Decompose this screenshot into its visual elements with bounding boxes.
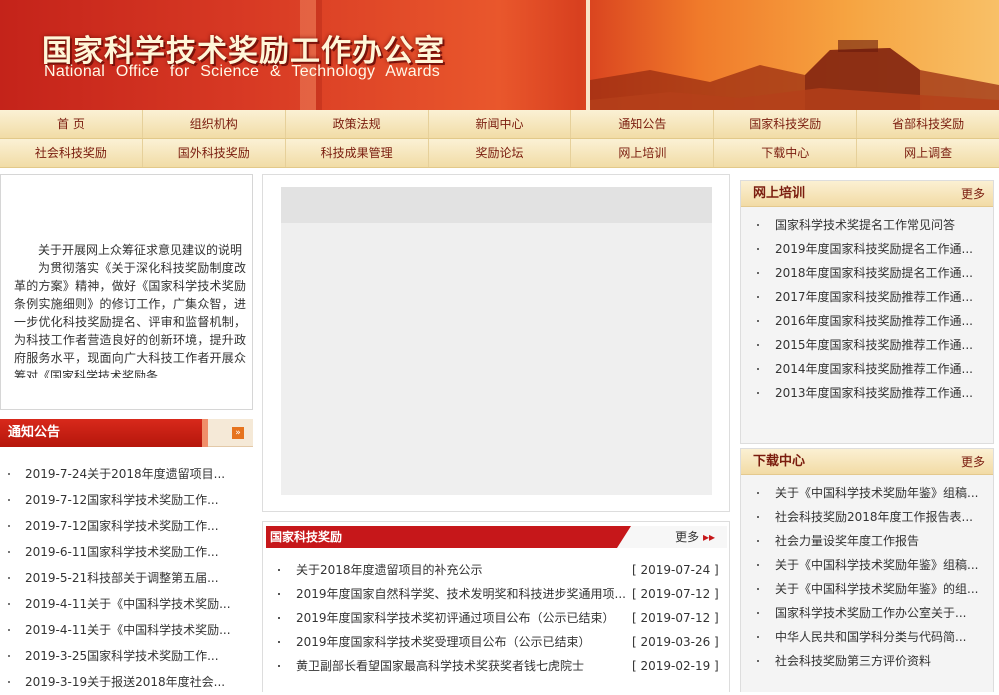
nav-survey[interactable]: 网上调查 (857, 139, 999, 167)
list-item[interactable]: 社会力量设奖年度工作报告 (741, 529, 993, 553)
list-item[interactable]: 社会科技奖励2018年度工作报告表... (741, 505, 993, 529)
intro-heading: 关于开展网上众筹征求意见建议的说明 (38, 243, 243, 257)
list-item[interactable]: 2019-3-25国家科学技术奖励工作... (0, 643, 253, 669)
nav-policy[interactable]: 政策法规 (286, 110, 429, 138)
image-slideshow[interactable] (281, 187, 712, 495)
download-panel: 下载中心 更多 关于《中国科学技术奖励年鉴》组稿... 社会科技奖励2018年度… (740, 448, 994, 692)
item-title: 关于2018年度遗留项目的补充公示 (296, 563, 483, 577)
online-training-list: 国家科学技术奖提名工作常见问答 2019年度国家科技奖励提名工作通... 201… (741, 213, 993, 405)
list-item[interactable]: 2019-7-24关于2018年度遗留项目... (0, 461, 253, 487)
list-item[interactable]: 2019年度国家自然科学奖、技术发明奖和科技进步奖通用项... [ 2019-07… (263, 582, 731, 606)
list-item[interactable]: 2019-4-11关于《中国科学技术奖励... (0, 591, 253, 617)
nav-provincial-awards[interactable]: 省部科技奖励 (857, 110, 999, 138)
nav-row-2: 社会科技奖励 国外科技奖励 科技成果管理 奖励论坛 网上培训 下载中心 网上调查 (0, 139, 999, 168)
award-more-zone: 更多 ▸▸ (617, 526, 727, 548)
item-date: [ 2019-07-12 ] (632, 587, 719, 601)
list-item[interactable]: 2016年度国家科技奖励推荐工作通... (741, 309, 993, 333)
list-item[interactable]: 社会科技奖励第三方评价资料 (741, 649, 993, 673)
site-title-en: National Office for Science & Technology… (44, 63, 441, 80)
award-more-link[interactable]: 更多 ▸▸ (675, 526, 715, 548)
national-award-panel: 国家科技奖励 更多 ▸▸ 关于2018年度遗留项目的补充公示 [ 2019-07-… (262, 521, 730, 692)
list-item[interactable]: 关于《中国科学技术奖励年鉴》组稿... (741, 553, 993, 577)
nav-forum[interactable]: 奖励论坛 (429, 139, 572, 167)
award-title: 国家科技奖励 (270, 530, 343, 544)
item-date: [ 2019-07-12 ] (632, 611, 719, 625)
nav-organization[interactable]: 组织机构 (143, 110, 286, 138)
list-item[interactable]: 2019年度国家科学技术奖初评通过项目公布（公示已结束） [ 2019-07-12… (263, 606, 731, 630)
online-training-panel: 网上培训 更多 国家科学技术奖提名工作常见问答 2019年度国家科技奖励提名工作… (740, 180, 994, 444)
intro-panel: 关于开展网上众筹征求意见建议的说明 为贯彻落实《关于深化科技奖励制度改革的方案》… (0, 174, 253, 410)
list-item[interactable]: 2019-3-19关于报送2018年度社会... (0, 669, 253, 695)
intro-scroll-text[interactable]: 关于开展网上众筹征求意见建议的说明 为贯彻落实《关于深化科技奖励制度改革的方案》… (14, 241, 246, 378)
award-header: 国家科技奖励 更多 ▸▸ (266, 526, 727, 548)
list-item[interactable]: 2019-7-12国家科学技术奖励工作... (0, 513, 253, 539)
list-item[interactable]: 2019-6-11国家科学技术奖励工作... (0, 539, 253, 565)
list-item[interactable]: 国家科学技术奖励工作办公室关于... (741, 601, 993, 625)
list-item[interactable]: 2017年度国家科技奖励推荐工作通... (741, 285, 993, 309)
list-item[interactable]: 2019-5-21科技部关于调整第五届... (0, 565, 253, 591)
online-training-header: 网上培训 更多 (741, 181, 993, 207)
download-title: 下载中心 (753, 454, 806, 469)
nav-download[interactable]: 下载中心 (714, 139, 858, 167)
main-nav: 首 页 组织机构 政策法规 新闻中心 通知公告 国家科技奖励 省部科技奖励 社会… (0, 110, 999, 168)
item-title: 2019年度国家科学技术奖初评通过项目公布（公示已结束） (296, 611, 615, 625)
list-item[interactable]: 2019-7-12国家科学技术奖励工作... (0, 487, 253, 513)
nav-social-awards[interactable]: 社会科技奖励 (0, 139, 143, 167)
list-item[interactable]: 2018年度国家科技奖励提名工作通... (741, 261, 993, 285)
intro-body: 为贯彻落实《关于深化科技奖励制度改革的方案》精神，做好《国家科学技术奖励条例实施… (14, 261, 246, 378)
nav-national-awards[interactable]: 国家科技奖励 (714, 110, 858, 138)
slideshow-bar (281, 187, 712, 223)
list-item[interactable]: 2019-4-11关于《中国科学技术奖励... (0, 617, 253, 643)
award-list: 关于2018年度遗留项目的补充公示 [ 2019-07-24 ] 2019年度国家… (263, 558, 731, 678)
nav-notices[interactable]: 通知公告 (571, 110, 715, 138)
nav-foreign-awards[interactable]: 国外科技奖励 (143, 139, 286, 167)
list-item[interactable]: 2013年度国家科技奖励推荐工作通... (741, 381, 993, 405)
nav-news[interactable]: 新闻中心 (429, 110, 572, 138)
list-item[interactable]: 2019年度国家科技奖励提名工作通... (741, 237, 993, 261)
list-item[interactable]: 2019年度国家科学技术奖受理项目公布（公示已结束） [ 2019-03-26 ] (263, 630, 731, 654)
award-more-label: 更多 (675, 530, 700, 544)
notice-title: 通知公告 (0, 419, 208, 447)
nav-online-training[interactable]: 网上培训 (571, 139, 715, 167)
item-date: [ 2019-07-24 ] (632, 563, 719, 577)
notice-panel: 通知公告 » 2019-7-24关于2018年度遗留项目... 2019-7-1… (0, 417, 253, 692)
list-item[interactable]: 中华人民共和国学科分类与代码简... (741, 625, 993, 649)
download-header: 下载中心 更多 (741, 449, 993, 475)
list-item[interactable]: 关于2018年度遗留项目的补充公示 [ 2019-07-24 ] (263, 558, 731, 582)
header-banner: 国家科学技术奖励工作办公室 National Office for Scienc… (0, 0, 999, 110)
item-date: [ 2019-02-19 ] (632, 659, 719, 673)
double-arrow-icon: ▸▸ (702, 530, 715, 544)
list-item[interactable]: 国家科学技术奖提名工作常见问答 (741, 213, 993, 237)
great-wall-image (590, 40, 999, 110)
list-item[interactable]: 关于《中国科学技术奖励年鉴》组稿... (741, 481, 993, 505)
item-date: [ 2019-03-26 ] (632, 635, 719, 649)
download-more-link[interactable]: 更多 (961, 449, 985, 475)
download-list: 关于《中国科学技术奖励年鉴》组稿... 社会科技奖励2018年度工作报告表...… (741, 481, 993, 673)
notice-list: 2019-7-24关于2018年度遗留项目... 2019-7-12国家科学技术… (0, 461, 253, 695)
list-item[interactable]: 关于《中国科学技术奖励年鉴》的组... (741, 577, 993, 601)
list-item[interactable]: 2015年度国家科技奖励推荐工作通... (741, 333, 993, 357)
list-item[interactable]: 2014年度国家科技奖励推荐工作通... (741, 357, 993, 381)
notice-header: 通知公告 » (0, 419, 253, 447)
online-training-title: 网上培训 (753, 186, 806, 201)
item-title: 2019年度国家自然科学奖、技术发明奖和科技进步奖通用项... (296, 587, 626, 601)
nav-row-1: 首 页 组织机构 政策法规 新闻中心 通知公告 国家科技奖励 省部科技奖励 (0, 110, 999, 139)
item-title: 2019年度国家科学技术奖受理项目公布（公示已结束） (296, 635, 591, 649)
featured-panel (262, 174, 730, 512)
notice-more-icon[interactable]: » (232, 427, 244, 439)
nav-achievements[interactable]: 科技成果管理 (286, 139, 429, 167)
item-title: 黄卫副部长看望国家最高科学技术奖获奖者钱七虎院士 (296, 659, 585, 673)
nav-home[interactable]: 首 页 (0, 110, 143, 138)
list-item[interactable]: 黄卫副部长看望国家最高科学技术奖获奖者钱七虎院士 [ 2019-02-19 ] (263, 654, 731, 678)
online-training-more-link[interactable]: 更多 (961, 181, 985, 207)
